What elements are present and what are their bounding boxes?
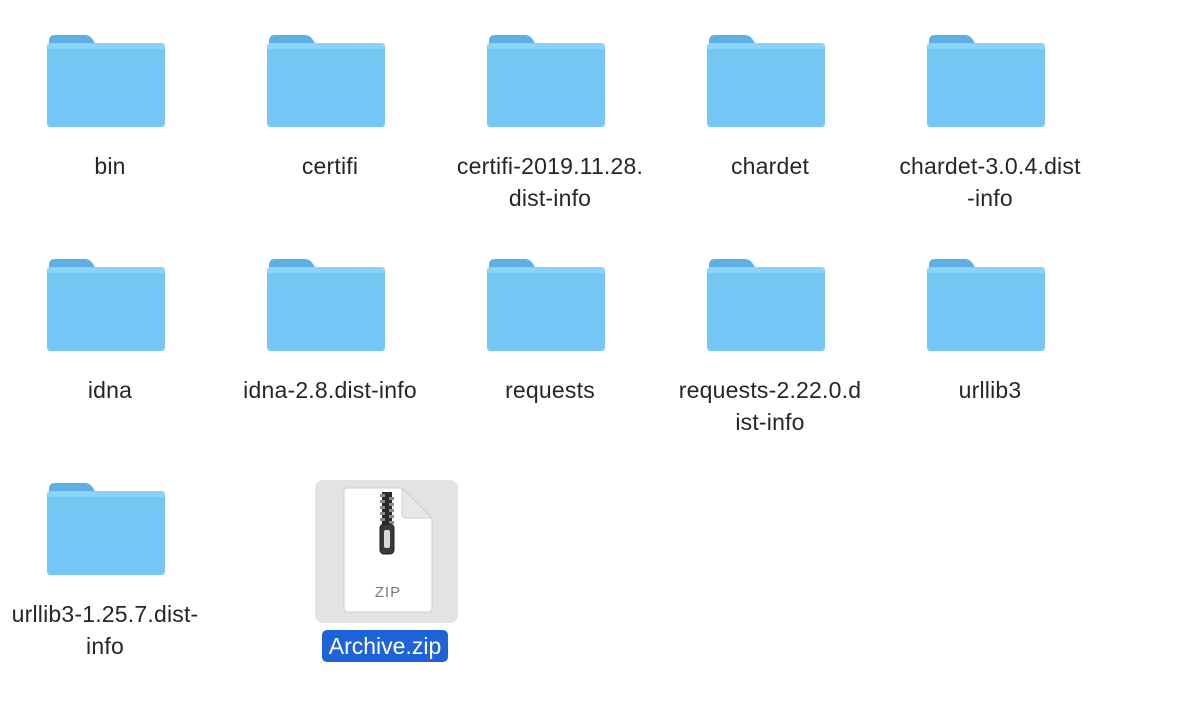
folder-label-line: urllib3 <box>958 377 1022 403</box>
folder-icon <box>220 246 440 356</box>
folder-label-line: -info <box>967 185 1013 211</box>
file-item-archive-zip[interactable]: ZIP Archive.zip <box>275 458 495 668</box>
folder-label-line: idna-2.8.dist-info <box>243 377 417 403</box>
folder-item-chardet[interactable]: chardet <box>660 0 880 210</box>
folder-label-line: chardet <box>730 153 810 179</box>
folder-icon <box>0 22 220 132</box>
finder-icon-view: bin certifi certifi-2019.11.28. dist-inf… <box>0 0 1200 710</box>
folder-icon-graphic <box>927 35 1045 127</box>
folder-item-chardet-dist-info[interactable]: chardet-3.0.4.dist -info <box>880 0 1100 211</box>
folder-icon <box>660 22 880 132</box>
folder-label-line: info <box>86 633 124 659</box>
folder-icon <box>440 22 660 132</box>
folder-item-idna-dist-info[interactable]: idna-2.8.dist-info <box>220 224 440 434</box>
folder-icon <box>0 470 220 580</box>
folder-label: idna <box>0 374 220 406</box>
folder-icon-graphic <box>707 259 825 351</box>
folder-icon-graphic <box>47 259 165 351</box>
zip-badge-text: ZIP <box>374 584 402 601</box>
folder-icon-graphic <box>487 259 605 351</box>
folder-label: requests-2.22.0.d ist-info <box>660 374 880 438</box>
folder-label-line: requests-2.22.0.d <box>678 377 862 403</box>
folder-item-certifi[interactable]: certifi <box>220 0 440 210</box>
folder-icon-graphic <box>47 483 165 575</box>
folder-icon <box>880 246 1100 356</box>
folder-icon-graphic <box>267 259 385 351</box>
folder-label-line: bin <box>94 153 126 179</box>
folder-label: idna-2.8.dist-info <box>220 374 440 406</box>
folder-label-line: dist-info <box>508 185 592 211</box>
folder-label: certifi <box>220 150 440 182</box>
folder-item-requests-dist-info[interactable]: requests-2.22.0.d ist-info <box>660 224 880 435</box>
folder-icon <box>880 22 1100 132</box>
folder-label: chardet-3.0.4.dist -info <box>880 150 1100 214</box>
folder-label-line: certifi <box>301 153 359 179</box>
folder-icon-graphic <box>267 35 385 127</box>
folder-icon-graphic <box>47 35 165 127</box>
folder-item-idna[interactable]: idna <box>0 224 220 434</box>
folder-icon-graphic <box>927 259 1045 351</box>
folder-icon-graphic <box>487 35 605 127</box>
file-label-selected: Archive.zip <box>321 630 449 662</box>
folder-icon <box>0 246 220 356</box>
file-label: Archive.zip <box>275 630 495 662</box>
folder-label-line: idna <box>87 377 133 403</box>
folder-icon <box>220 22 440 132</box>
folder-label-line: urllib3-1.25.7.dist- <box>11 601 199 627</box>
folder-label: urllib3 <box>880 374 1100 406</box>
folder-item-urllib3-dist-info[interactable]: urllib3-1.25.7.dist- info <box>0 448 220 659</box>
folder-label-line: chardet-3.0.4.dist <box>899 153 1081 179</box>
folder-item-bin[interactable]: bin <box>0 0 220 210</box>
folder-label: bin <box>0 150 220 182</box>
folder-label: chardet <box>660 150 880 182</box>
folder-item-urllib3[interactable]: urllib3 <box>880 224 1100 434</box>
folder-label-line: certifi-2019.11.28. <box>456 153 644 179</box>
folder-icon <box>660 246 880 356</box>
folder-label: urllib3-1.25.7.dist- info <box>0 598 215 662</box>
folder-icon-graphic <box>707 35 825 127</box>
folder-label: requests <box>440 374 660 406</box>
folder-item-certifi-dist-info[interactable]: certifi-2019.11.28. dist-info <box>440 0 660 211</box>
folder-label-line: requests <box>505 377 595 403</box>
folder-label-line: ist-info <box>735 409 805 435</box>
folder-label: certifi-2019.11.28. dist-info <box>440 150 660 214</box>
folder-icon <box>440 246 660 356</box>
folder-item-requests[interactable]: requests <box>440 224 660 434</box>
